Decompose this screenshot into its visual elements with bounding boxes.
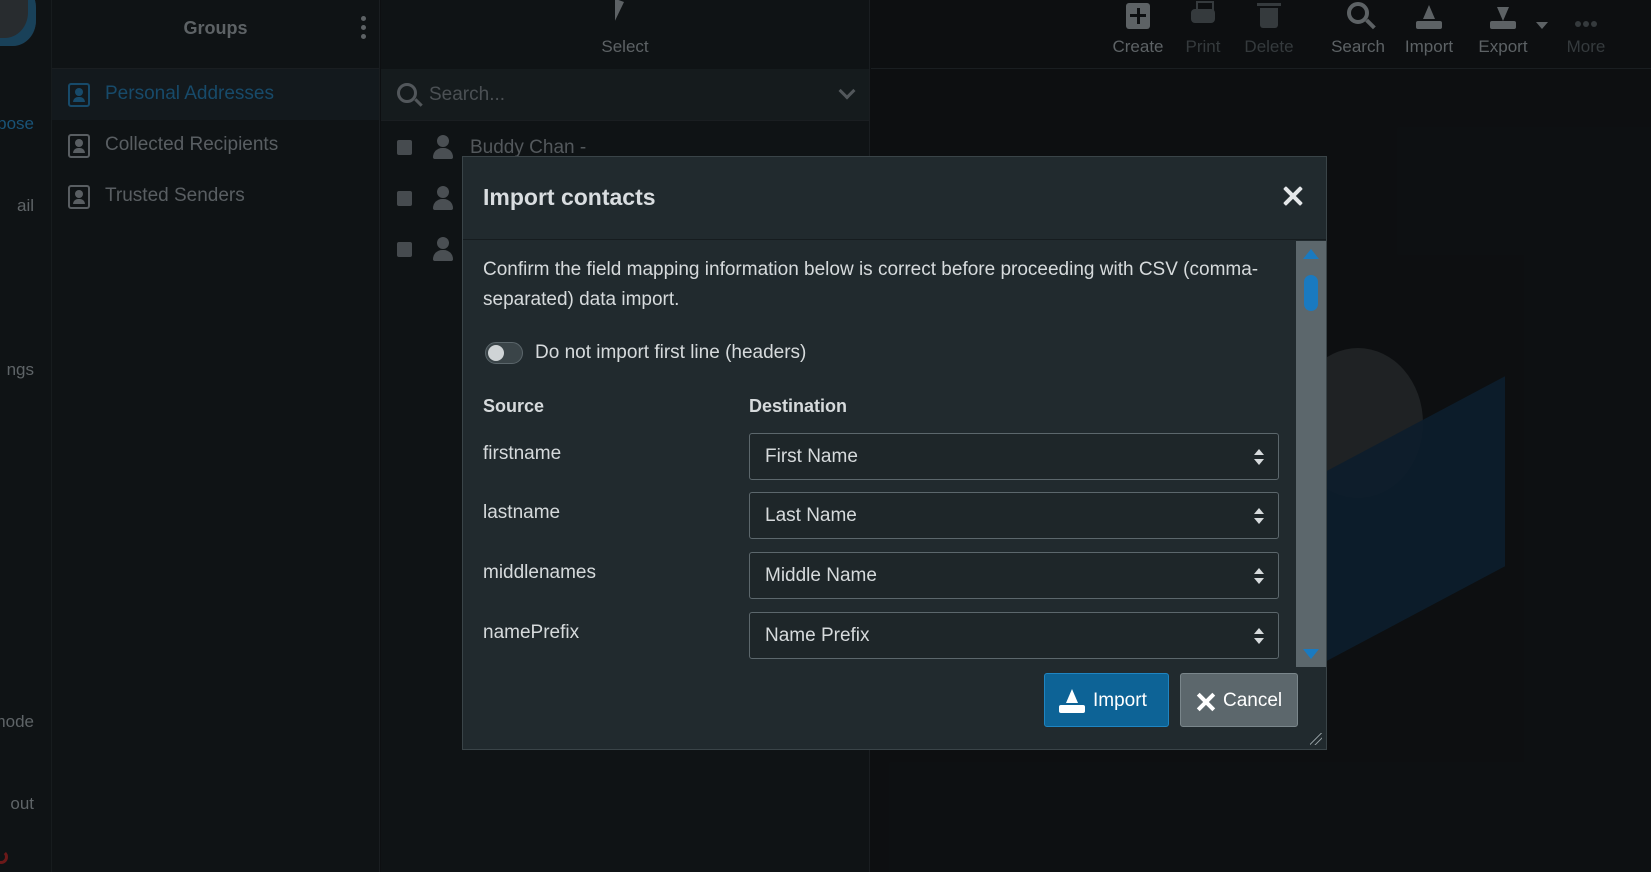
dialog-title: Import contacts [483, 184, 656, 210]
select-arrows-icon [1254, 628, 1264, 644]
close-icon [1195, 691, 1217, 713]
cancel-button-label: Cancel [1223, 690, 1283, 711]
app-root: pose ail acts ngs mode out Groups [0, 0, 1651, 872]
select-arrows-icon [1254, 568, 1264, 584]
skip-headers-toggle[interactable] [485, 342, 523, 364]
scroll-down-icon[interactable] [1303, 649, 1319, 659]
destination-select[interactable]: Name Prefix [749, 612, 1279, 659]
toggle-knob [488, 345, 504, 361]
destination-select[interactable]: Middle Name [749, 552, 1279, 599]
scroll-up-icon[interactable] [1303, 249, 1319, 259]
dialog-scrollbar[interactable] [1296, 241, 1326, 667]
destination-value: Middle Name [765, 565, 877, 586]
dialog-body: Confirm the field mapping information be… [463, 241, 1296, 667]
destination-column-header: Destination [749, 396, 848, 416]
source-field: middlenames [483, 562, 596, 583]
upload-icon [1059, 689, 1085, 713]
scroll-thumb[interactable] [1304, 275, 1318, 311]
destination-value: Last Name [765, 505, 857, 526]
mapping-row: firstname First Name [463, 433, 1296, 483]
destination-select[interactable]: Last Name [749, 492, 1279, 539]
mapping-row: middlenames Middle Name [463, 552, 1296, 602]
dialog-footer: Import Cancel [463, 665, 1326, 749]
resize-handle-icon[interactable] [1310, 733, 1322, 745]
import-button-label: Import [1093, 690, 1147, 711]
source-field: firstname [483, 443, 562, 464]
destination-select[interactable]: First Name [749, 433, 1279, 480]
source-field: namePrefix [483, 622, 580, 643]
mapping-row: namePrefix Name Prefix [463, 612, 1296, 662]
select-arrows-icon [1254, 449, 1264, 465]
cancel-button[interactable]: Cancel [1180, 673, 1298, 727]
destination-value: Name Prefix [765, 625, 870, 646]
dialog-header: Import contacts [463, 157, 1326, 240]
dialog-intro-text: Confirm the field mapping information be… [483, 259, 1259, 310]
import-submit-button[interactable]: Import [1044, 673, 1169, 727]
mapping-row: lastname Last Name [463, 492, 1296, 542]
skip-headers-label: Do not import first line (headers) [535, 342, 807, 363]
close-icon[interactable] [1278, 181, 1308, 211]
destination-value: First Name [765, 446, 858, 467]
source-column-header: Source [483, 396, 545, 416]
source-field: lastname [483, 502, 561, 523]
import-contacts-dialog: Import contacts Confirm the field mappin… [462, 156, 1327, 750]
select-arrows-icon [1254, 508, 1264, 524]
